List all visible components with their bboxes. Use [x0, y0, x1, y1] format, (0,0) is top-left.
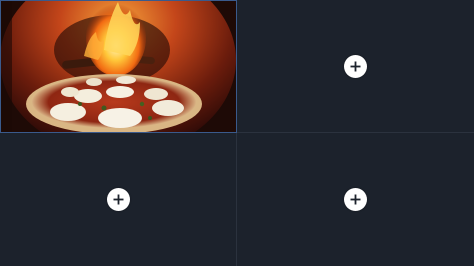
plus-icon [350, 194, 361, 205]
image-slot-1[interactable] [0, 0, 237, 133]
image-slot-2 [237, 0, 474, 133]
pizza-oven-photo[interactable] [0, 0, 236, 132]
image-slot-4 [237, 133, 474, 266]
plus-icon [350, 61, 361, 71]
plus-icon [113, 194, 123, 205]
add-image-button[interactable] [344, 54, 367, 78]
add-image-button[interactable] [106, 188, 130, 211]
image-slot-grid [0, 0, 474, 266]
image-slot-3 [0, 133, 237, 266]
add-image-button[interactable] [344, 188, 367, 211]
